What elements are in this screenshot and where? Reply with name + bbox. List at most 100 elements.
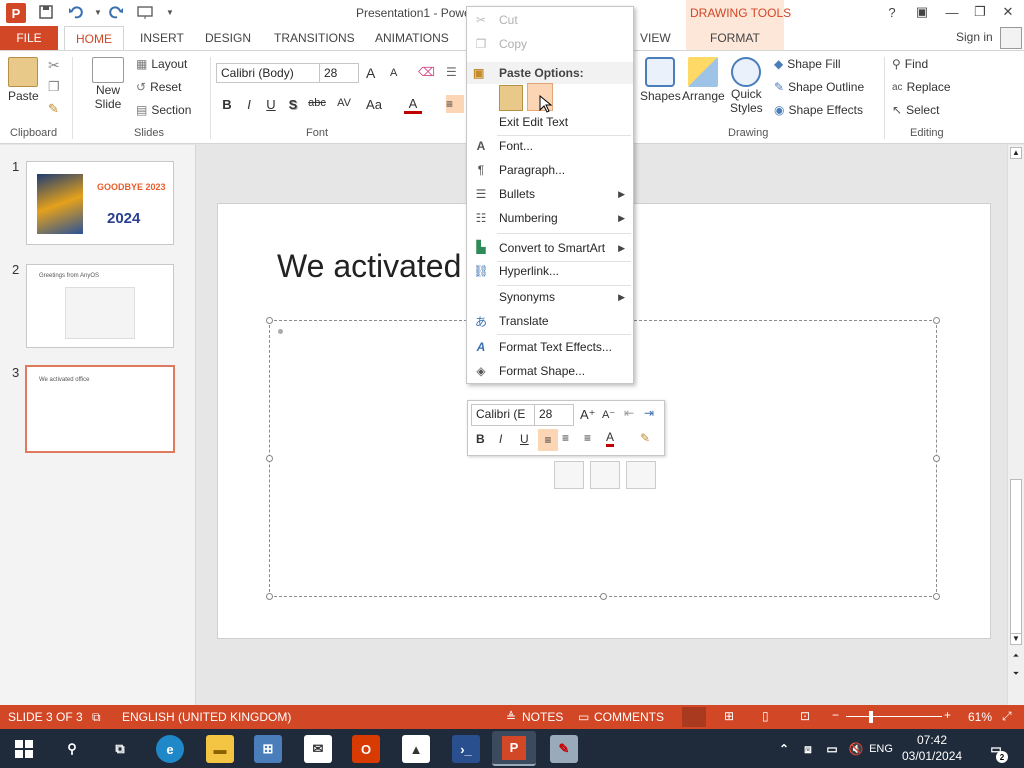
mini-italic-button[interactable]: I (499, 432, 502, 446)
undo-dropdown-icon[interactable]: ▼ (88, 3, 108, 21)
paint-app-icon[interactable]: ✎ (550, 735, 578, 763)
menu-item-bullets[interactable]: ☰ Bullets ▶ (467, 182, 633, 206)
slide-title-text[interactable]: We activated (277, 248, 461, 285)
strikethrough-button[interactable]: abc (306, 97, 328, 109)
mini-font-color-button[interactable]: A (606, 430, 615, 447)
menu-item-hyperlink[interactable]: ⛓ Hyperlink... (467, 259, 633, 283)
scroll-up-arrow-icon[interactable]: ▲ (1010, 147, 1022, 159)
tab-format[interactable]: FORMAT (710, 31, 760, 45)
resize-handle[interactable] (600, 593, 607, 600)
mini-grow-font-icon[interactable]: A⁺ (580, 407, 596, 423)
reading-view-icon[interactable]: ▯ (762, 709, 769, 723)
mini-underline-button[interactable]: U (520, 432, 529, 446)
font-size-combo[interactable]: 28 (319, 63, 359, 83)
file-explorer-icon[interactable]: ▬ (206, 735, 234, 763)
cut-icon[interactable]: ✂ (48, 57, 60, 74)
store-icon[interactable]: ⊞ (254, 735, 282, 763)
customize-qat-icon[interactable]: ▼ (160, 3, 180, 21)
layout-button[interactable]: ▦ Layout (136, 57, 187, 71)
edge-browser-icon[interactable]: e (156, 735, 184, 763)
menu-item-synonyms[interactable]: Synonyms ▶ (467, 285, 633, 309)
bold-button[interactable]: B (218, 97, 236, 112)
slide-show-icon[interactable]: ⊡ (800, 709, 810, 723)
maximize-button[interactable]: ❐ (966, 2, 994, 22)
zoom-level[interactable]: 61% (968, 710, 992, 724)
menu-item-format-shape[interactable]: ◈ Format Shape... (467, 359, 633, 383)
menu-item-cut[interactable]: ✂ Cut (467, 8, 633, 32)
search-icon[interactable]: ⚲ (58, 735, 86, 763)
minimize-button[interactable]: — (938, 2, 966, 22)
format-painter-icon[interactable]: ✎ (48, 101, 59, 117)
menu-item-paragraph[interactable]: ¶ Paragraph... (467, 158, 633, 182)
mini-center-icon[interactable]: ≡ (562, 431, 569, 445)
comments-button[interactable]: COMMENTS (594, 710, 664, 724)
shape-outline-button[interactable]: ✎ Shape Outline (774, 80, 864, 94)
mini-increase-indent-icon[interactable]: ⇥ (644, 406, 654, 420)
zoom-out-icon[interactable]: − (832, 708, 839, 722)
mini-decrease-indent-icon[interactable]: ⇤ (624, 406, 634, 420)
reset-button[interactable]: ↺ Reset (136, 80, 181, 94)
mini-bold-button[interactable]: B (476, 432, 485, 446)
paste-use-destination-theme-icon[interactable] (499, 85, 523, 111)
shrink-font-button[interactable]: A (390, 67, 397, 79)
underline-button[interactable]: U (262, 97, 280, 112)
shape-fill-button[interactable]: ◆ Shape Fill (774, 57, 841, 71)
help-button[interactable]: ? (878, 2, 906, 22)
language-indicator[interactable]: ENGLISH (UNITED KINGDOM) (122, 710, 291, 724)
character-spacing-button[interactable]: AV (332, 97, 356, 109)
vertical-scrollbar[interactable]: ▲ ▼ ⏶ ⏷ (1007, 145, 1024, 705)
mini-shrink-font-icon[interactable]: A⁻ (602, 408, 615, 421)
start-from-beginning-icon[interactable] (136, 3, 156, 21)
quick-styles-button[interactable]: Quick Styles (730, 57, 763, 115)
windows-start-icon[interactable] (10, 735, 38, 763)
powershell-icon[interactable]: ›_ (452, 735, 480, 763)
resize-handle[interactable] (266, 593, 273, 600)
mini-font-name-combo[interactable]: Calibri (E (471, 404, 535, 426)
shape-effects-button[interactable]: ◉ Shape Effects (774, 103, 863, 117)
replace-button[interactable]: ac Replace (892, 80, 951, 94)
copy-icon[interactable]: ❐ (48, 79, 60, 95)
ribbon-display-options-button[interactable]: ▣ (908, 2, 936, 22)
menu-item-numbering[interactable]: ☷ Numbering ▶ (467, 206, 633, 230)
tab-insert[interactable]: INSERT (140, 31, 184, 45)
photos-icon[interactable]: ▲ (402, 735, 430, 763)
arrange-button[interactable]: Arrange (682, 57, 725, 103)
tab-home[interactable]: HOME (64, 26, 124, 50)
normal-view-icon[interactable] (682, 707, 706, 727)
mini-font-size-combo[interactable]: 28 (534, 404, 574, 426)
paste-button[interactable]: Paste (8, 57, 39, 103)
resize-handle[interactable] (266, 317, 273, 324)
italic-button[interactable]: I (240, 97, 258, 112)
insert-video-icon[interactable] (626, 461, 656, 489)
powerpoint-taskbar-button[interactable]: P (492, 731, 536, 766)
save-icon[interactable] (36, 3, 56, 21)
tab-animations[interactable]: ANIMATIONS (375, 31, 449, 45)
font-name-combo[interactable]: Calibri (Body) (216, 63, 320, 83)
new-slide-button[interactable]: New Slide (92, 57, 124, 111)
zoom-in-icon[interactable]: + (944, 708, 951, 722)
clear-formatting-icon[interactable]: ⌫ (418, 65, 435, 79)
menu-item-format-text-effects[interactable]: A Format Text Effects... (467, 335, 633, 359)
tab-file[interactable]: FILE (0, 26, 58, 50)
fit-slide-icon[interactable]: ⤢ (1002, 709, 1012, 724)
previous-slide-icon[interactable]: ⏶ (1010, 651, 1022, 663)
task-view-icon[interactable]: ⧉ (106, 735, 134, 763)
scroll-down-arrow-icon[interactable]: ▼ (1010, 633, 1022, 645)
redo-icon[interactable] (106, 3, 126, 21)
grow-font-button[interactable]: A (366, 65, 375, 81)
spelling-check-icon[interactable]: ⧉ (92, 710, 101, 725)
slide-thumbnail-3[interactable]: We activated office (25, 365, 175, 453)
font-color-button[interactable]: A (404, 97, 422, 114)
zoom-slider[interactable] (846, 716, 942, 717)
menu-item-exit-edit-text[interactable]: Exit Edit Text (467, 110, 633, 134)
tab-transitions[interactable]: TRANSITIONS (274, 31, 355, 45)
tab-view[interactable]: VIEW (640, 31, 671, 45)
menu-item-font[interactable]: A Font... (467, 134, 633, 158)
slide-thumbnail-2[interactable]: Greetings from AnyOS (26, 264, 174, 348)
notes-button[interactable]: NOTES (522, 710, 563, 724)
find-button[interactable]: ⚲ Find (892, 57, 928, 71)
mini-align-right-icon[interactable]: ≡ (584, 431, 591, 445)
insert-picture-icon[interactable] (554, 461, 584, 489)
menu-item-translate[interactable]: あ Translate (467, 309, 633, 333)
tab-design[interactable]: DESIGN (205, 31, 251, 45)
